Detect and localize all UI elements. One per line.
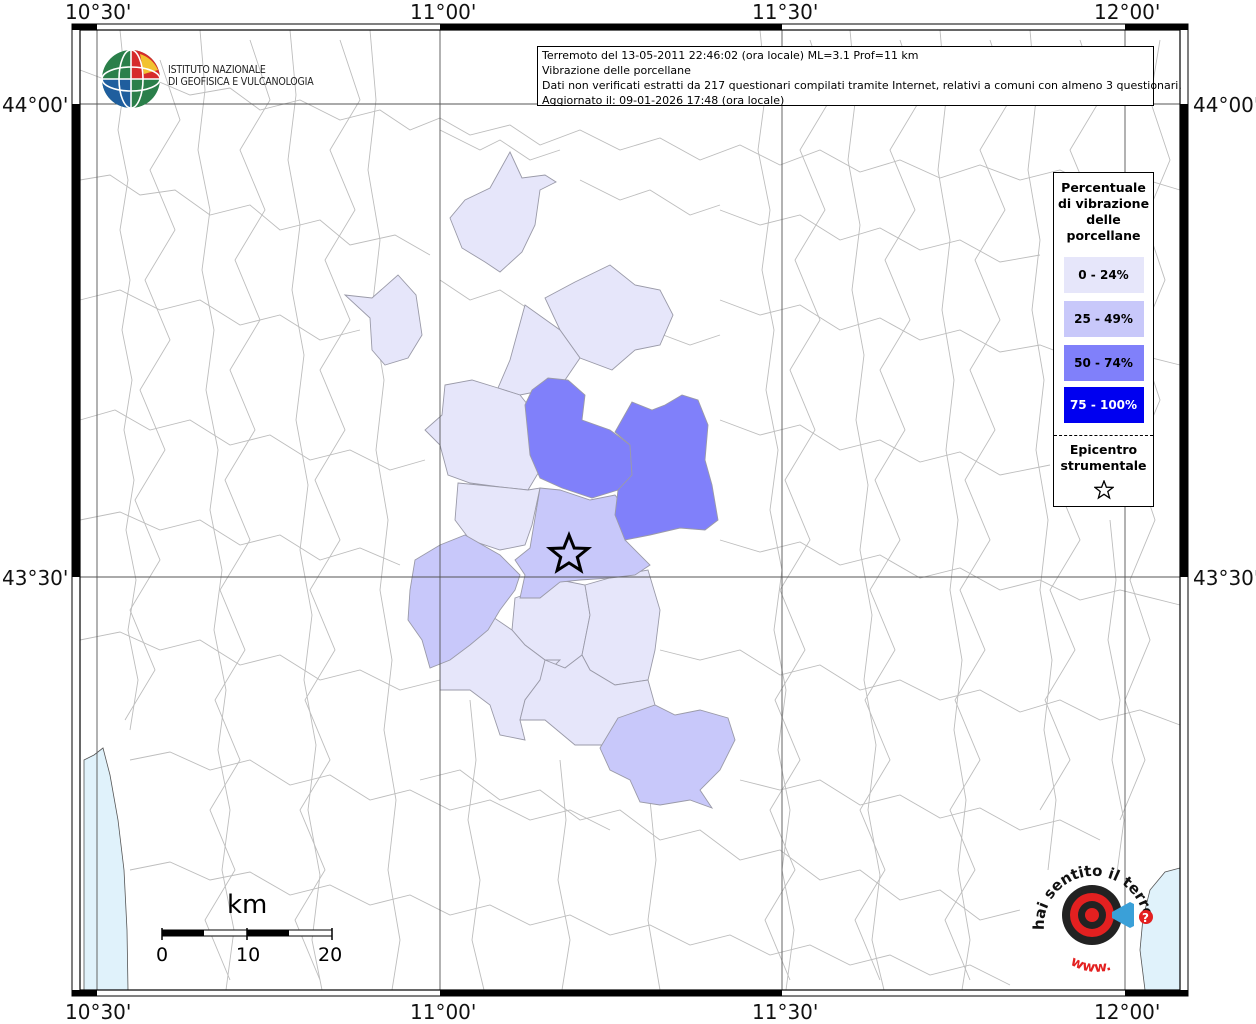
legend-label: 0 - 24% bbox=[1078, 268, 1129, 282]
legend-label: 75 - 100% bbox=[1069, 398, 1138, 412]
legend-title: Percentuale di vibrazione delle porcella… bbox=[1054, 180, 1153, 244]
coord-left-4400: 44°00' bbox=[2, 93, 69, 117]
scale-tick-label: 0 bbox=[156, 944, 169, 966]
question-mark: ? bbox=[1142, 911, 1149, 925]
legend-swatch-0-24: 0 - 24% bbox=[1063, 257, 1144, 293]
haisentito-bottom-text: www. bbox=[1068, 953, 1113, 976]
scale-bar-graphic bbox=[161, 928, 333, 940]
coord-top-1100: 11°00' bbox=[410, 0, 477, 24]
ingv-logo: ISTITUTO NAZIONALE DI GEOFISICA E VULCAN… bbox=[100, 48, 320, 112]
globe-icon bbox=[101, 49, 161, 109]
haisentito-target-icon: hai sentito il terremoto.it www. ? bbox=[1022, 846, 1157, 976]
legend-title-line: delle bbox=[1086, 212, 1121, 227]
scale-unit: km bbox=[227, 890, 268, 920]
legend: Percentuale di vibrazione delle porcella… bbox=[1053, 172, 1154, 507]
logo-line-2: DI GEOFISICA E VULCANOLOGIA bbox=[168, 76, 314, 88]
legend-epicenter-title: Epicentro strumentale bbox=[1054, 442, 1153, 474]
legend-swatch-75-100: 75 - 100% bbox=[1063, 387, 1144, 423]
logo-line-1: ISTITUTO NAZIONALE bbox=[168, 64, 266, 76]
event-line: Terremoto del 13-05-2011 22:46:02 (ora l… bbox=[542, 49, 919, 62]
legend-label: 50 - 74% bbox=[1074, 356, 1133, 370]
map-subject: Vibrazione delle porcellane bbox=[542, 64, 691, 77]
coord-right-4400: 44°00' bbox=[1193, 93, 1256, 117]
legend-label: 25 - 49% bbox=[1074, 312, 1133, 326]
area-0-24-h bbox=[581, 569, 661, 686]
scale-tick-label: 20 bbox=[318, 944, 343, 966]
coord-left-4330: 43°30' bbox=[2, 566, 69, 590]
legend-separator bbox=[1054, 435, 1153, 436]
updated-line: Aggiornato il: 09-01-2026 17:48 (ora loc… bbox=[542, 94, 785, 107]
legend-epicenter-line: strumentale bbox=[1060, 458, 1147, 473]
legend-title-line: porcellane bbox=[1066, 228, 1141, 243]
haisentito-logo: hai sentito il terremoto.it www. ? bbox=[1022, 846, 1170, 990]
legend-title-line: Percentuale bbox=[1061, 180, 1146, 195]
legend-swatch-25-49: 25 - 49% bbox=[1063, 301, 1144, 337]
scale-bar: km 0 10 20 bbox=[150, 890, 360, 970]
legend-swatch-50-74: 50 - 74% bbox=[1063, 345, 1144, 381]
legend-epicenter-line: Epicentro bbox=[1069, 442, 1138, 457]
event-info-box: Terremoto del 13-05-2011 22:46:02 (ora l… bbox=[537, 46, 1182, 107]
coord-bottom-1130: 11°30' bbox=[752, 1000, 819, 1024]
coord-top-1030: 10°30' bbox=[65, 0, 132, 24]
legend-title-line: di vibrazione bbox=[1057, 196, 1150, 211]
coord-top-1200: 12°00' bbox=[1094, 0, 1161, 24]
coord-bottom-1100: 11°00' bbox=[410, 1000, 477, 1024]
coord-top-1130: 11°30' bbox=[752, 0, 819, 24]
coord-bottom-1030: 10°30' bbox=[65, 1000, 132, 1024]
coord-bottom-1200: 12°00' bbox=[1094, 1000, 1161, 1024]
scale-tick-label: 10 bbox=[236, 944, 261, 966]
legend-star-icon bbox=[1054, 479, 1153, 504]
data-note: Dati non verificati estratti da 217 ques… bbox=[542, 79, 1182, 92]
svg-text:www.: www. bbox=[1068, 953, 1113, 976]
coord-right-4330: 43°30' bbox=[1193, 566, 1256, 590]
